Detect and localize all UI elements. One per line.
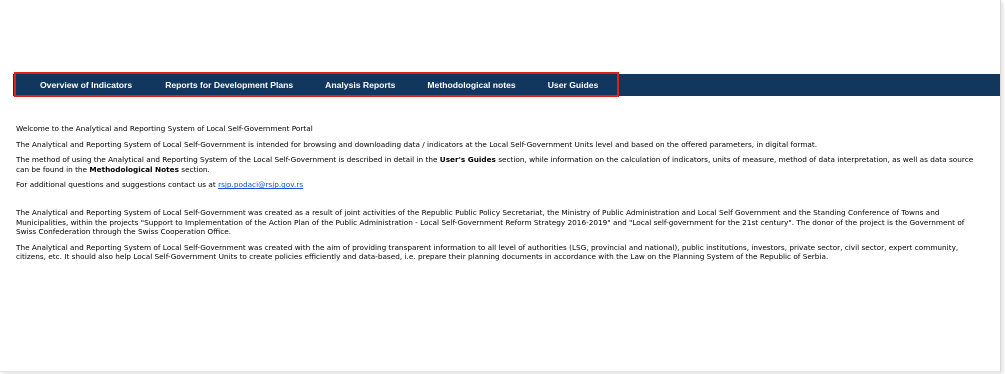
welcome-text: Welcome to the Analytical and Reporting … xyxy=(16,124,313,133)
users-guides-bold: User's Guides xyxy=(439,155,496,165)
method-text-after: section. xyxy=(178,164,210,174)
main-content: Welcome to the Analytical and Reporting … xyxy=(16,124,982,268)
nav-highlight-box xyxy=(14,72,619,97)
contact-paragraph: For additional questions and suggestions… xyxy=(16,180,982,190)
method-paragraph: The method of using the Analytical and R… xyxy=(16,155,982,174)
contact-text: For additional questions and suggestions… xyxy=(16,180,219,190)
created-paragraph: The Analytical and Reporting System of L… xyxy=(16,207,965,237)
methodological-notes-bold: Methodological Notes xyxy=(89,164,179,174)
aim-paragraph: The Analytical and Reporting System of L… xyxy=(16,242,959,262)
contact-email-link[interactable]: rsjp.podaci@rsjp.gov.rs xyxy=(218,180,303,189)
intro-text: The Analytical and Reporting System of L… xyxy=(16,139,818,149)
method-text-before: The method of using the Analytical and R… xyxy=(16,155,440,165)
